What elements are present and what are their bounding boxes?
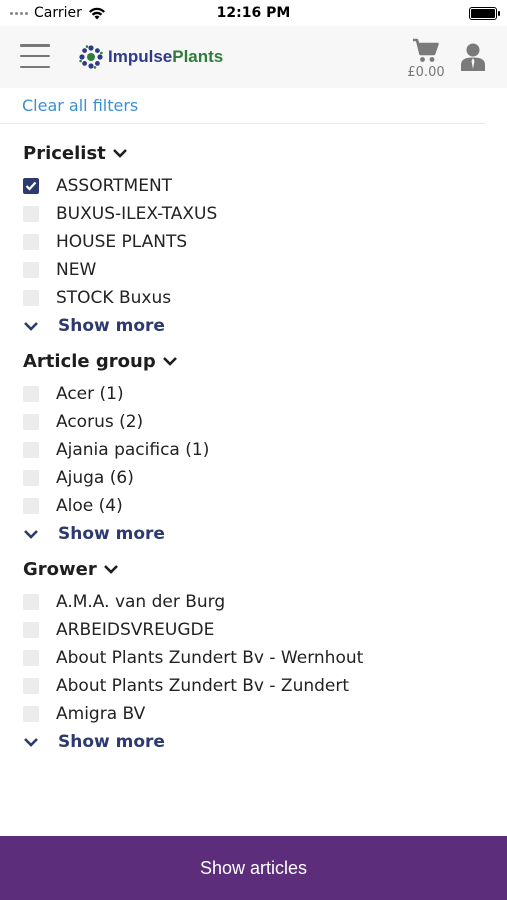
cart-total: £0.00 [407, 65, 445, 80]
filter-option-label: ASSORTMENT [56, 176, 173, 196]
checkbox[interactable] [23, 706, 39, 722]
filter-group-grower: Grower A.M.A. van der Burg ARBEIDSVREUGD… [23, 556, 493, 756]
filter-option[interactable]: ASSORTMENT [23, 172, 493, 200]
filter-option[interactable]: BUXUS-ILEX-TAXUS [23, 200, 493, 228]
checkbox[interactable] [23, 470, 39, 486]
menu-icon[interactable] [20, 44, 50, 68]
filter-group-pricelist: Pricelist ASSORTMENT BUXUS-ILEX-TAXUS HO… [23, 140, 493, 340]
chevron-down-icon [103, 565, 118, 574]
chevron-down-icon [162, 357, 177, 366]
checkbox[interactable] [23, 650, 39, 666]
filter-option-label: Acorus (2) [56, 412, 144, 432]
checkbox[interactable] [23, 594, 39, 610]
checkmark-icon [25, 181, 37, 191]
chevron-down-icon [24, 322, 38, 331]
chevron-down-icon [24, 530, 38, 539]
filter-option-label: Aloe (4) [56, 496, 123, 516]
show-more-button[interactable]: Show more [23, 312, 493, 340]
filter-list: Pricelist ASSORTMENT BUXUS-ILEX-TAXUS HO… [23, 140, 493, 764]
chevron-down-icon [24, 738, 38, 747]
filter-option-label: Ajuga (6) [56, 468, 134, 488]
filter-group-article-group: Article group Acer (1) Acorus (2) Ajania… [23, 348, 493, 548]
filter-option-label: About Plants Zundert Bv - Zundert [56, 676, 350, 696]
filter-option-label: STOCK Buxus [56, 288, 172, 308]
logo-text: ImpulsePlants [108, 47, 224, 66]
logo[interactable]: ImpulsePlants [78, 44, 223, 70]
filter-option-label: ARBEIDSVREUGDE [56, 620, 215, 640]
filter-group-title[interactable]: Grower [23, 556, 493, 582]
filter-group-title[interactable]: Article group [23, 348, 493, 374]
filter-option-label: NEW [56, 260, 97, 280]
filter-option[interactable]: Acer (1) [23, 380, 493, 408]
filter-option-label: BUXUS-ILEX-TAXUS [56, 204, 218, 224]
show-more-button[interactable]: Show more [23, 520, 493, 548]
filter-option[interactable]: Amigra BV [23, 700, 493, 728]
show-articles-button[interactable]: Show articles [0, 836, 507, 900]
divider [0, 123, 485, 124]
checkbox[interactable] [23, 206, 39, 222]
filter-option[interactable]: HOUSE PLANTS [23, 228, 493, 256]
show-more-button[interactable]: Show more [23, 728, 493, 756]
account-icon[interactable] [459, 42, 487, 72]
cart-button[interactable]: £0.00 [404, 38, 448, 84]
filter-option[interactable]: About Plants Zundert Bv - Wernhout [23, 644, 493, 672]
filter-option-label: Ajania pacifica (1) [56, 440, 210, 460]
logo-icon [79, 45, 103, 69]
checkbox[interactable] [23, 290, 39, 306]
checkbox[interactable] [23, 386, 39, 402]
filter-option[interactable]: Ajuga (6) [23, 464, 493, 492]
filter-option-label: Amigra BV [56, 704, 146, 724]
filter-option[interactable]: ARBEIDSVREUGDE [23, 616, 493, 644]
checkbox[interactable] [23, 442, 39, 458]
status-bar: Carrier 12:16 PM [0, 0, 507, 26]
cart-icon [413, 38, 439, 62]
filter-option[interactable]: STOCK Buxus [23, 284, 493, 312]
checkbox[interactable] [23, 678, 39, 694]
status-time: 12:16 PM [216, 5, 291, 21]
filter-option[interactable]: NEW [23, 256, 493, 284]
filter-option-label: Acer (1) [56, 384, 124, 404]
filter-option[interactable]: About Plants Zundert Bv - Zundert [23, 672, 493, 700]
checkbox[interactable] [23, 234, 39, 250]
filter-option-label: A.M.A. van der Burg [56, 592, 226, 612]
chevron-down-icon [112, 149, 127, 158]
filter-option[interactable]: A.M.A. van der Burg [23, 588, 493, 616]
battery-icon [469, 6, 500, 20]
filter-group-title[interactable]: Pricelist [23, 140, 493, 166]
checkbox[interactable] [23, 262, 39, 278]
checkbox[interactable] [23, 498, 39, 514]
filter-option[interactable]: Acorus (2) [23, 408, 493, 436]
filter-option-label: HOUSE PLANTS [56, 232, 188, 252]
filter-option-label: About Plants Zundert Bv - Wernhout [56, 648, 364, 668]
app-header: ImpulsePlants £0.00 [0, 26, 507, 88]
filter-option[interactable]: Ajania pacifica (1) [23, 436, 493, 464]
checkbox[interactable] [23, 414, 39, 430]
checkbox-checked[interactable] [23, 178, 39, 194]
checkbox[interactable] [23, 622, 39, 638]
filter-option[interactable]: Aloe (4) [23, 492, 493, 520]
clear-filters-link[interactable]: Clear all filters [22, 96, 138, 115]
